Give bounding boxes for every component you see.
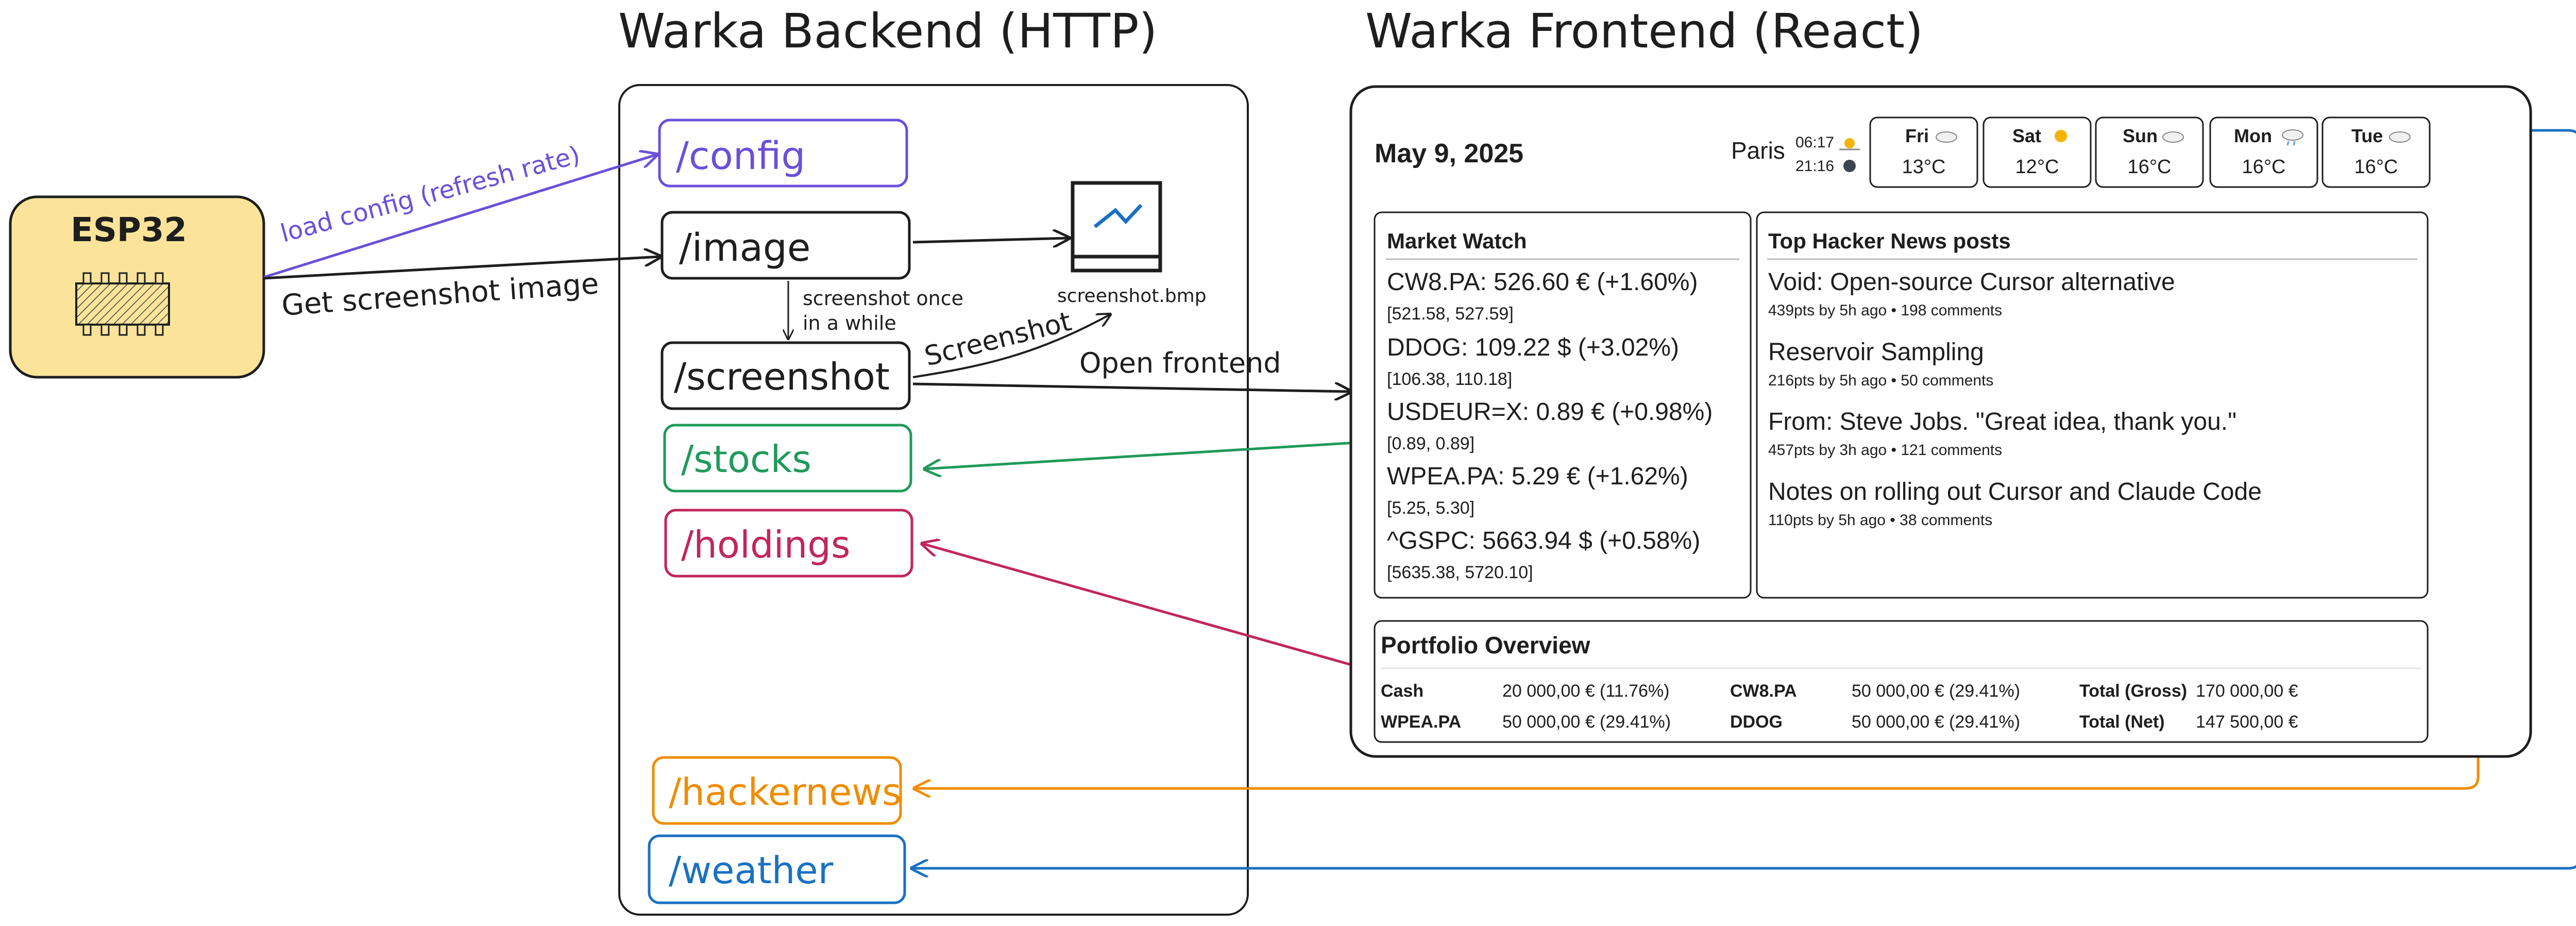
arrow-image-to-file bbox=[912, 238, 1069, 242]
cloud-icon bbox=[1936, 131, 1957, 143]
svg-text:/hackernews: /hackernews bbox=[669, 770, 902, 814]
portfolio-value: 20 000,00 € (11.76%) bbox=[1502, 681, 1670, 701]
endpoint-screenshot: /screenshot bbox=[660, 341, 911, 410]
hn-post-title: From: Steve Jobs. "Great idea, thank you… bbox=[1768, 408, 2236, 435]
endpoint-stocks: /stocks bbox=[663, 424, 912, 493]
arrow-get-image: Get screenshot image bbox=[263, 257, 660, 323]
market-range: [5.25, 5.30] bbox=[1387, 498, 1475, 518]
portfolio-label: Cash bbox=[1381, 681, 1423, 701]
forecast-card: Fri 13°C bbox=[1869, 116, 1978, 188]
forecast-card: Mon 16°C bbox=[2209, 116, 2318, 188]
arrow-holdings bbox=[922, 544, 1374, 672]
screenshot-file-label: screenshot.bmp bbox=[1057, 285, 1207, 307]
portfolio-label: DDOG bbox=[1730, 712, 1783, 732]
portfolio-label: WPEA.PA bbox=[1381, 712, 1461, 732]
svg-text:Mon: Mon bbox=[2234, 125, 2272, 146]
arrow-load-config: load config (refresh rate) bbox=[263, 140, 657, 279]
svg-text:Screenshot: Screenshot bbox=[922, 306, 1075, 373]
hn-post-meta: 439pts by 5h ago • 198 comments bbox=[1768, 302, 2002, 319]
endpoint-weather: /weather bbox=[648, 834, 906, 904]
portfolio-title: Portfolio Overview bbox=[1381, 632, 1590, 659]
hn-post-meta: 216pts by 5h ago • 50 comments bbox=[1768, 372, 1993, 389]
cloud-icon bbox=[2162, 131, 2184, 143]
moon-icon bbox=[1843, 160, 1856, 172]
svg-text:/stocks: /stocks bbox=[681, 437, 811, 481]
hn-post-title: Notes on rolling out Cursor and Claude C… bbox=[1768, 478, 2262, 506]
market-range: [106.38, 110.18] bbox=[1387, 369, 1512, 389]
svg-text:/holdings: /holdings bbox=[681, 523, 851, 566]
svg-text:/screenshot: /screenshot bbox=[674, 355, 890, 398]
svg-text:16°C: 16°C bbox=[2128, 156, 2172, 178]
hn-post-meta: 110pts by 5h ago • 38 comments bbox=[1768, 512, 1992, 529]
svg-text:16°C: 16°C bbox=[2242, 156, 2286, 178]
forecast-card: Sun 16°C bbox=[2095, 116, 2204, 188]
market-item: WPEA.PA: 5.29 € (+1.62%) bbox=[1387, 463, 1688, 490]
portfolio-value: 147 500,00 € bbox=[2196, 712, 2298, 732]
city-label: Paris bbox=[1731, 137, 1785, 164]
hn-post-title: Void: Open-source Cursor alternative bbox=[1768, 268, 2175, 296]
portfolio-value: 50 000,00 € (29.41%) bbox=[1502, 712, 1671, 732]
portfolio-label: CW8.PA bbox=[1730, 681, 1797, 701]
svg-text:13°C: 13°C bbox=[1902, 156, 1946, 178]
esp32-label: ESP32 bbox=[71, 211, 187, 249]
market-watch-title: Market Watch bbox=[1387, 229, 1527, 253]
forecast-strip: Fri 13°C Sat 12°C Sun 16°C Mon 16°C Tue … bbox=[1869, 116, 2431, 188]
svg-text:Tue: Tue bbox=[2351, 125, 2383, 146]
svg-text:16°C: 16°C bbox=[2354, 156, 2398, 178]
svg-text:Sun: Sun bbox=[2123, 125, 2158, 146]
sunset-time: 21:16 bbox=[1795, 158, 1834, 175]
endpoint-config: /config bbox=[658, 119, 908, 188]
svg-text:/weather: /weather bbox=[669, 849, 834, 892]
forecast-card: Sat 12°C bbox=[1982, 116, 2092, 188]
sun-icon bbox=[2055, 130, 2067, 142]
forecast-card: Tue 16°C bbox=[2321, 116, 2431, 188]
portfolio-panel: Portfolio Overview Cash 20 000,00 € (11.… bbox=[1374, 620, 2429, 743]
hn-post-meta: 457pts by 3h ago • 121 comments bbox=[1768, 442, 2002, 459]
market-item: CW8.PA: 526.60 € (+1.60%) bbox=[1387, 268, 1698, 296]
hacker-news-panel: Top Hacker News posts Void: Open-source … bbox=[1756, 211, 2429, 599]
market-watch-panel: Market Watch CW8.PA: 526.60 € (+1.60%) [… bbox=[1374, 211, 1752, 599]
svg-text:in a while: in a while bbox=[803, 312, 896, 334]
svg-text:Open frontend: Open frontend bbox=[1079, 347, 1281, 379]
arrow-screenshot-once: screenshot once in a while bbox=[788, 281, 963, 339]
endpoint-image: /image bbox=[660, 211, 911, 280]
endpoint-holdings: /holdings bbox=[664, 509, 913, 578]
esp32-device: ESP32 bbox=[9, 195, 265, 379]
portfolio-label: Total (Gross) bbox=[2079, 681, 2187, 701]
portfolio-value: 170 000,00 € bbox=[2196, 681, 2298, 701]
svg-text:Fri: Fri bbox=[1905, 125, 1929, 146]
chip-icon bbox=[75, 272, 170, 336]
portfolio-value: 50 000,00 € (29.41%) bbox=[1852, 712, 2020, 732]
backend-title: Warka Backend (HTTP) bbox=[618, 4, 1157, 59]
portfolio-value: 50 000,00 € (29.41%) bbox=[1852, 681, 2020, 701]
svg-text:/image: /image bbox=[679, 226, 810, 270]
market-range: [0.89, 0.89] bbox=[1387, 434, 1475, 453]
portfolio-label: Total (Net) bbox=[2079, 712, 2165, 732]
market-range: [5635.38, 5720.10] bbox=[1387, 563, 1533, 582]
svg-text:screenshot once: screenshot once bbox=[803, 287, 963, 310]
market-item: USDEUR=X: 0.89 € (+0.98%) bbox=[1387, 398, 1713, 426]
cloud-icon bbox=[2389, 131, 2411, 143]
sunrise-time: 06:17 bbox=[1795, 134, 1834, 151]
svg-text:Sat: Sat bbox=[2012, 125, 2041, 146]
hn-post-title: Reservoir Sampling bbox=[1768, 339, 1984, 366]
architecture-diagram: Warka Backend (HTTP) Warka Frontend (Rea… bbox=[9, 4, 2576, 916]
hacker-news-title: Top Hacker News posts bbox=[1768, 229, 2011, 253]
arrow-stocks bbox=[925, 441, 1365, 469]
svg-text:load config (refresh rate): load config (refresh rate) bbox=[278, 140, 583, 248]
dashboard-date: May 9, 2025 bbox=[1375, 139, 1523, 169]
svg-text:/config: /config bbox=[676, 134, 805, 178]
frontend-title: Warka Frontend (React) bbox=[1365, 4, 1923, 59]
market-range: [521.58, 527.59] bbox=[1387, 304, 1514, 324]
endpoint-hackernews: /hackernews bbox=[652, 756, 902, 825]
market-item: ^GSPC: 5663.94 $ (+0.58%) bbox=[1387, 527, 1700, 554]
screenshot-file-icon bbox=[1071, 181, 1162, 273]
svg-text:12°C: 12°C bbox=[2015, 156, 2059, 178]
market-item: DDOG: 109.22 $ (+3.02%) bbox=[1387, 334, 1679, 361]
